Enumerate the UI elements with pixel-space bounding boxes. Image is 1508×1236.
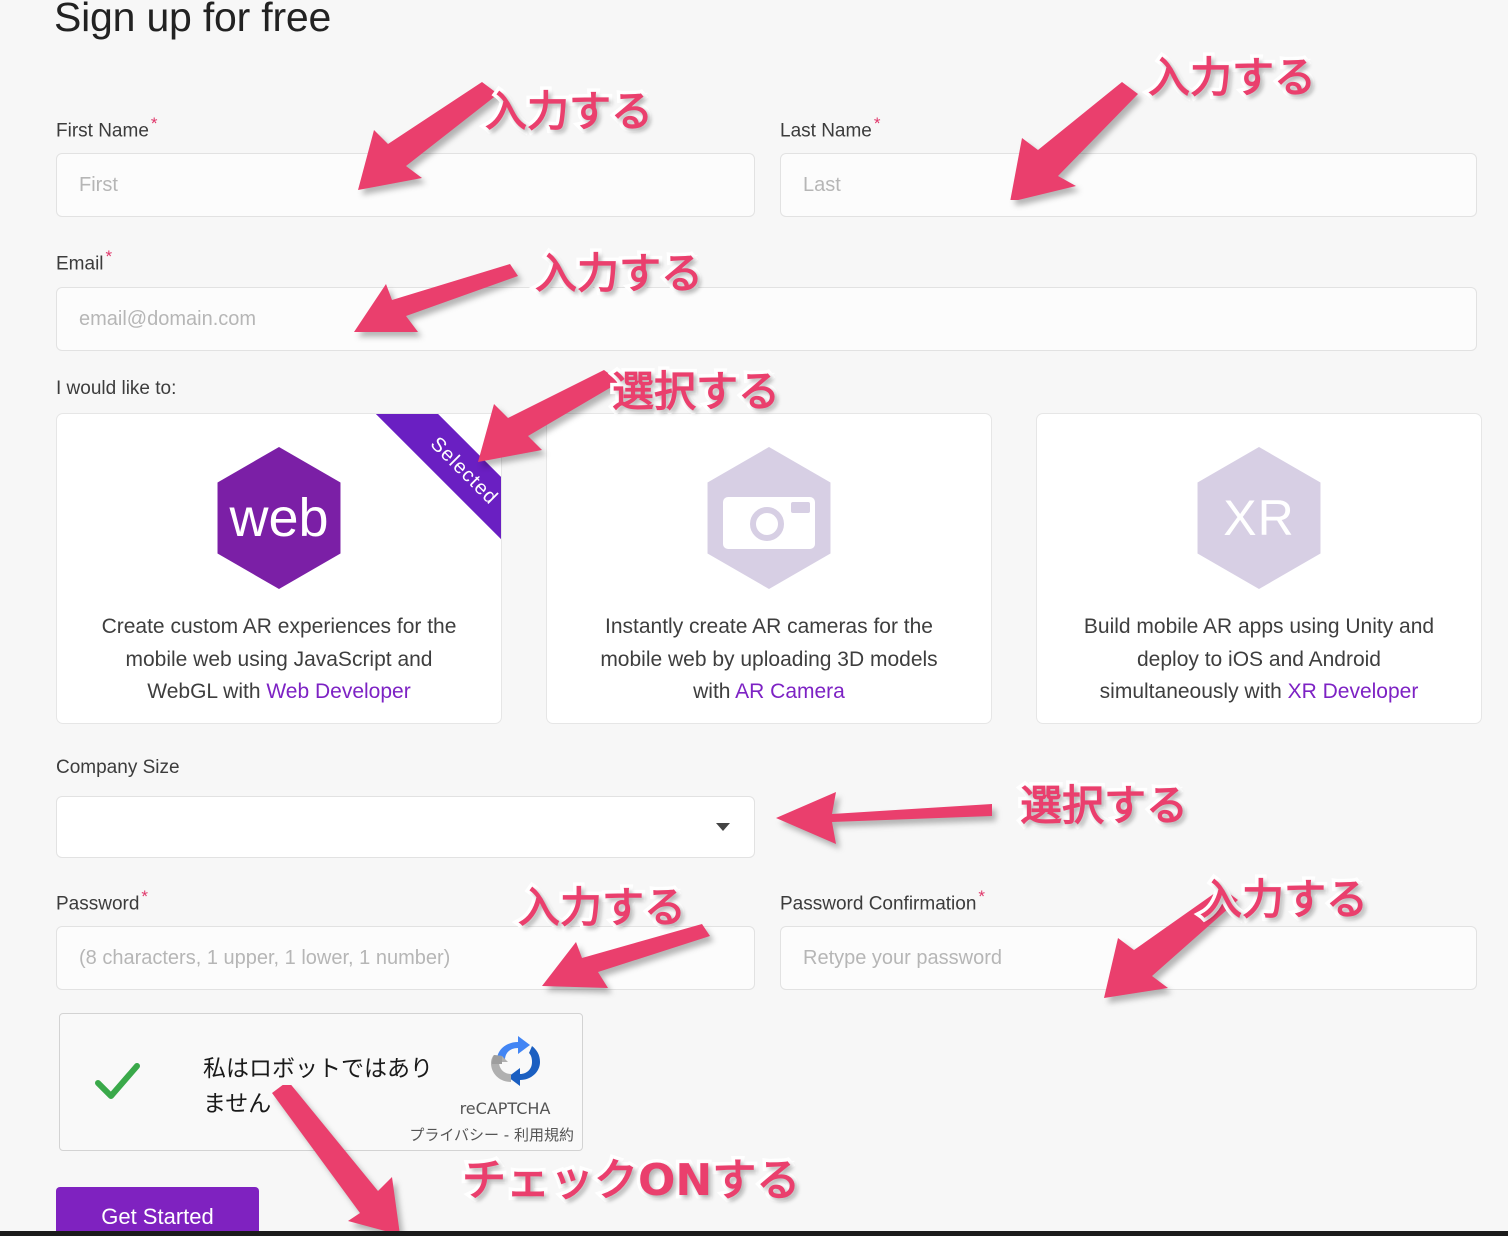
- intent-card-ar-camera-link[interactable]: AR Camera: [735, 680, 845, 703]
- intent-card-xr-link[interactable]: XR Developer: [1288, 680, 1419, 703]
- annotation-label-company-size: 選択する: [1016, 778, 1191, 834]
- hexagon-web-icon-label: web: [229, 488, 329, 548]
- signup-page: Sign up for free First Name * First Last …: [0, 0, 1508, 1236]
- annotation-label-first-name: 入力する: [481, 84, 656, 140]
- required-asterisk: *: [978, 887, 986, 906]
- last-name-input[interactable]: Last: [780, 153, 1477, 217]
- required-asterisk: *: [141, 887, 149, 906]
- annotation-label-last-name: 入力する: [1144, 50, 1319, 106]
- email-label-text: Email: [56, 253, 104, 275]
- password-confirmation-placeholder: Retype your password: [803, 946, 1002, 969]
- company-size-label: Company Size: [56, 757, 180, 778]
- intent-card-group: web Create custom AR experiences for the…: [56, 413, 1482, 724]
- last-name-label: Last Name *: [780, 114, 881, 142]
- annotation-arrow-company-size: [776, 792, 992, 844]
- intent-card-ar-camera-desc: Instantly create AR cameras for the mobi…: [579, 611, 959, 709]
- recaptcha-widget[interactable]: 私はロボットではあり ません reCAPTCHA プライバシー - 利用規約: [59, 1013, 583, 1151]
- selected-ribbon: Selected: [342, 414, 502, 573]
- annotation-label-recaptcha: チェックONする: [458, 1152, 803, 1210]
- intent-card-xr[interactable]: XR Build mobile AR apps using Unity and …: [1036, 413, 1482, 724]
- password-label: Password *: [56, 887, 148, 915]
- intent-label: I would like to:: [56, 378, 177, 399]
- page-title: Sign up for free: [54, 0, 332, 40]
- hexagon-web-icon: web: [208, 447, 350, 589]
- intent-card-web-link[interactable]: Web Developer: [266, 680, 410, 703]
- green-check-icon[interactable]: [93, 1058, 141, 1106]
- intent-card-ar-camera[interactable]: Instantly create AR cameras for the mobi…: [546, 413, 992, 724]
- email-input[interactable]: email@domain.com: [56, 287, 1477, 351]
- get-started-button[interactable]: Get Started: [56, 1187, 259, 1236]
- chevron-down-icon[interactable]: [716, 823, 730, 831]
- required-asterisk: *: [105, 247, 113, 266]
- password-confirmation-label-text: Password Confirmation: [780, 893, 977, 915]
- required-asterisk: *: [873, 114, 881, 133]
- hexagon-xr-icon-label: XR: [1223, 490, 1295, 546]
- password-confirmation-input[interactable]: Retype your password: [780, 926, 1477, 990]
- recaptcha-brand: reCAPTCHA: [459, 1099, 551, 1118]
- password-placeholder: (8 characters, 1 upper, 1 lower, 1 numbe…: [79, 946, 451, 969]
- first-name-placeholder: First: [79, 173, 118, 196]
- hexagon-xr-icon: XR: [1188, 447, 1330, 589]
- intent-card-web[interactable]: web Create custom AR experiences for the…: [56, 413, 502, 724]
- email-label: Email *: [56, 247, 112, 275]
- recaptcha-label: 私はロボットではあり ません: [203, 1052, 453, 1121]
- last-name-label-text: Last Name: [780, 120, 872, 142]
- bottom-edge-bar: [0, 1231, 1508, 1236]
- camera-glyph-icon: [723, 487, 815, 549]
- intent-card-xr-desc: Build mobile AR apps using Unity and dep…: [1069, 611, 1449, 709]
- first-name-input[interactable]: First: [56, 153, 755, 217]
- password-label-text: Password: [56, 893, 140, 915]
- recaptcha-terms[interactable]: プライバシー - 利用規約: [354, 1124, 574, 1145]
- annotation-label-password-confirmation: 入力する: [1196, 872, 1371, 928]
- company-size-select[interactable]: [56, 796, 755, 858]
- intent-card-web-desc: Create custom AR experiences for the mob…: [89, 611, 469, 709]
- hexagon-camera-icon: [698, 447, 840, 589]
- required-asterisk: *: [150, 114, 158, 133]
- first-name-label-text: First Name: [56, 120, 149, 142]
- recaptcha-label-line2: ません: [203, 1090, 272, 1117]
- password-input[interactable]: (8 characters, 1 upper, 1 lower, 1 numbe…: [56, 926, 755, 990]
- recaptcha-logo-icon: [491, 1036, 540, 1086]
- annotation-label-intent-card: 選択する: [608, 364, 783, 420]
- recaptcha-label-line1: 私はロボットではあり: [203, 1056, 433, 1082]
- password-confirmation-label: Password Confirmation *: [780, 887, 985, 915]
- selected-ribbon-label: Selected: [426, 432, 502, 509]
- first-name-label: First Name *: [56, 114, 158, 142]
- last-name-placeholder: Last: [803, 173, 841, 196]
- email-placeholder: email@domain.com: [79, 307, 257, 330]
